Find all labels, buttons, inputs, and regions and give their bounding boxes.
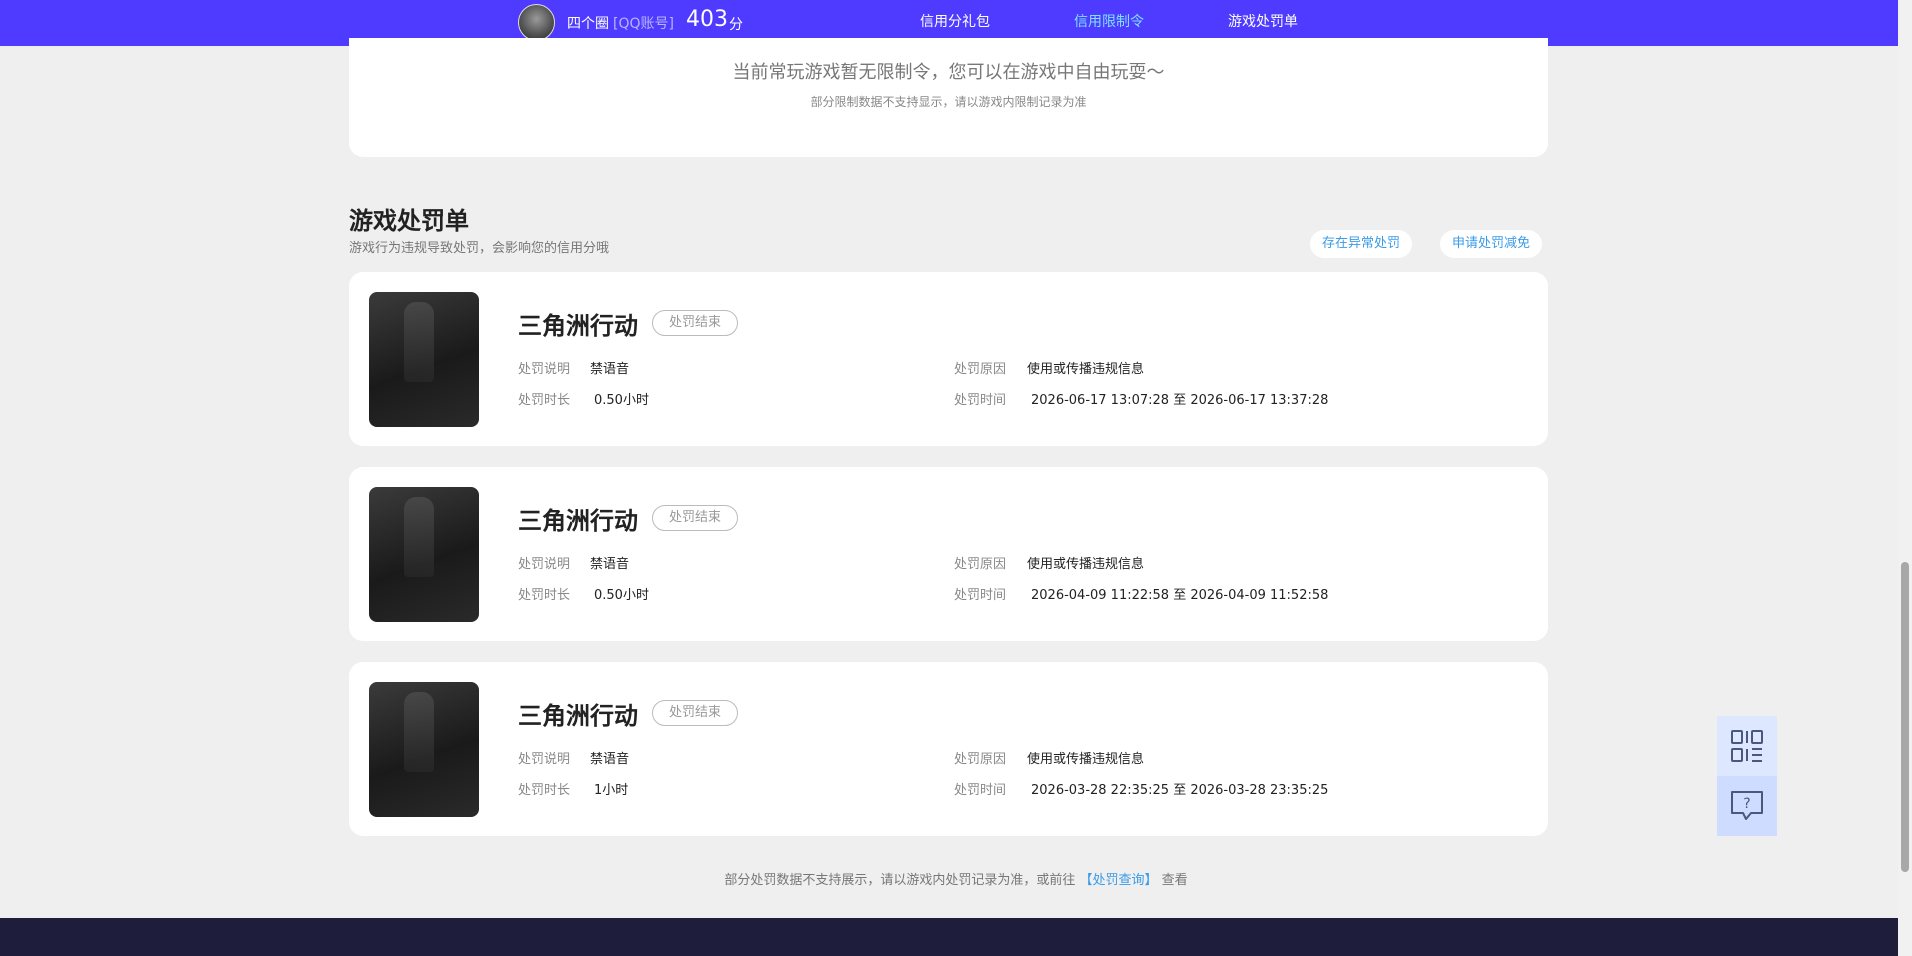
status-badge: 处罚结束 xyxy=(652,700,738,726)
account-type: [QQ账号] xyxy=(613,16,674,32)
apply-reduction-button[interactable]: 申请处罚减免 xyxy=(1440,230,1543,258)
duration-value: 1小时 xyxy=(594,783,629,798)
qr-code-button[interactable] xyxy=(1717,716,1777,776)
time-label: 处罚时间 xyxy=(954,588,1007,603)
time-label: 处罚时间 xyxy=(954,393,1007,408)
scrollbar-thumb[interactable] xyxy=(1901,562,1909,872)
reason-label: 处罚原因 xyxy=(954,752,1007,767)
penalty-card: 三角洲行动 处罚结束 处罚说明 禁语音 处罚时长 1小时 处罚原因 使用或传播违… xyxy=(349,662,1548,836)
desc-label: 处罚说明 xyxy=(518,557,571,572)
game-cover-image xyxy=(369,682,479,817)
duration-label: 处罚时长 xyxy=(518,588,571,603)
restriction-note: 部分限制数据不支持显示，请以游戏内限制记录为准 xyxy=(810,95,1087,109)
penalty-card: 三角洲行动 处罚结束 处罚说明 禁语音 处罚时长 0.50小时 处罚原因 使用或… xyxy=(349,272,1548,446)
help-chat-icon: ? xyxy=(1731,791,1763,820)
page-footer-bar xyxy=(0,918,1912,956)
desc-value: 禁语音 xyxy=(590,752,630,767)
credit-score-unit: 分 xyxy=(729,17,743,33)
reason-value: 使用或传播违规信息 xyxy=(1027,362,1145,377)
time-value: 2026-06-17 13:07:28 至 2026-06-17 13:37:2… xyxy=(1031,393,1329,408)
credit-score: 403 xyxy=(686,7,728,32)
avatar[interactable] xyxy=(518,4,555,41)
abnormal-penalty-button[interactable]: 存在异常处罚 xyxy=(1310,230,1413,258)
game-name: 三角洲行动 xyxy=(518,702,638,730)
game-cover-image xyxy=(369,292,479,427)
restriction-card: 当前常玩游戏暂无限制令，您可以在游戏中自由玩耍～ 部分限制数据不支持显示，请以游… xyxy=(349,38,1548,157)
time-value: 2026-04-09 11:22:58 至 2026-04-09 11:52:5… xyxy=(1031,588,1329,603)
footer-prefix: 部分处罚数据不支持展示，请以游戏内处罚记录为准，或前往 xyxy=(724,873,1076,888)
status-badge: 处罚结束 xyxy=(652,505,738,531)
section-title: 游戏处罚单 xyxy=(349,207,469,235)
svg-text:?: ? xyxy=(1743,796,1750,812)
game-name: 三角洲行动 xyxy=(518,312,638,340)
desc-value: 禁语音 xyxy=(590,557,630,572)
help-button[interactable]: ? xyxy=(1717,776,1777,836)
reason-value: 使用或传播违规信息 xyxy=(1027,557,1145,572)
reason-value: 使用或传播违规信息 xyxy=(1027,752,1145,767)
section-subtitle: 游戏行为违规导致处罚，会影响您的信用分哦 xyxy=(349,241,610,256)
footer-note: 部分处罚数据不支持展示，请以游戏内处罚记录为准，或前往 【处罚查询】 查看 xyxy=(0,869,1912,888)
user-name: 四个圈 xyxy=(567,16,609,32)
desc-label: 处罚说明 xyxy=(518,752,571,767)
qr-code-icon xyxy=(1731,730,1763,762)
duration-value: 0.50小时 xyxy=(594,588,649,603)
desc-label: 处罚说明 xyxy=(518,362,571,377)
desc-value: 禁语音 xyxy=(590,362,630,377)
penalty-query-link[interactable]: 【处罚查询】 xyxy=(1079,873,1157,888)
status-badge: 处罚结束 xyxy=(652,310,738,336)
duration-value: 0.50小时 xyxy=(594,393,649,408)
time-label: 处罚时间 xyxy=(954,783,1007,798)
penalty-card: 三角洲行动 处罚结束 处罚说明 禁语音 处罚时长 0.50小时 处罚原因 使用或… xyxy=(349,467,1548,641)
reason-label: 处罚原因 xyxy=(954,557,1007,572)
restriction-message: 当前常玩游戏暂无限制令，您可以在游戏中自由玩耍～ xyxy=(732,62,1165,83)
game-name: 三角洲行动 xyxy=(518,507,638,535)
duration-label: 处罚时长 xyxy=(518,393,571,408)
reason-label: 处罚原因 xyxy=(954,362,1007,377)
game-cover-image xyxy=(369,487,479,622)
duration-label: 处罚时长 xyxy=(518,783,571,798)
footer-suffix: 查看 xyxy=(1161,873,1188,888)
time-value: 2026-03-28 22:35:25 至 2026-03-28 23:35:2… xyxy=(1031,783,1329,798)
